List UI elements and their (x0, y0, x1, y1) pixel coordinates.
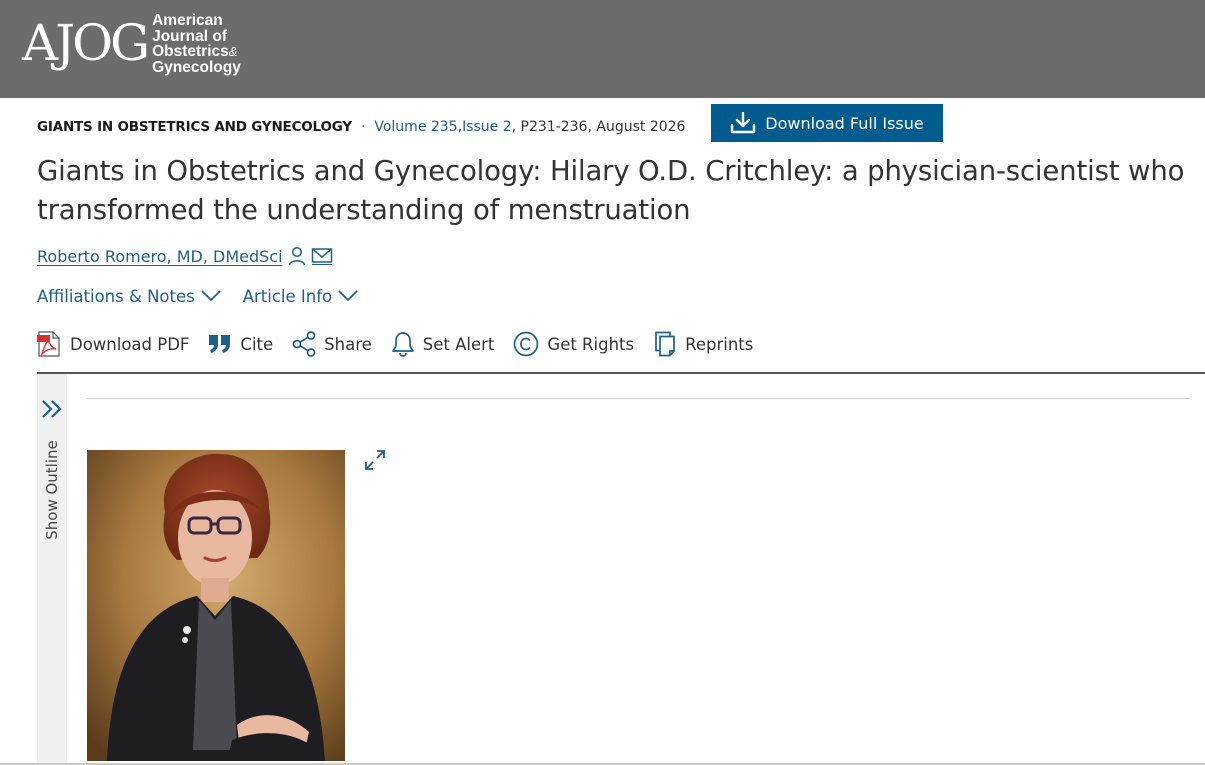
copyright-icon (514, 331, 539, 357)
logo-line: Gynecology (152, 58, 241, 76)
logo-line: Journal of (152, 27, 228, 45)
set-alert-button[interactable]: Set Alert (391, 331, 495, 357)
meta-separator: · (360, 119, 366, 135)
chevron-down-icon (338, 290, 358, 302)
download-full-issue-label: Download Full Issue (765, 113, 924, 133)
logo-mark: AJOG (22, 14, 150, 72)
volume-link[interactable]: Volume 235 (374, 119, 457, 135)
author-portrait-image[interactable] (87, 450, 345, 761)
author-row: Roberto Romero, MD, DMedSci (37, 243, 333, 269)
get-rights-button[interactable]: Get Rights (513, 331, 634, 357)
issue-link[interactable]: Issue 2 (462, 119, 512, 135)
author-link[interactable]: Roberto Romero, MD, DMedSci (37, 247, 283, 266)
get-rights-label: Get Rights (547, 334, 635, 354)
expand-icon[interactable] (364, 449, 386, 471)
show-outline-label[interactable]: Show Outline (43, 440, 61, 540)
email-icon[interactable] (311, 246, 333, 266)
reprints-icon (655, 331, 675, 357)
chevron-down-icon (201, 290, 221, 302)
reprints-label: Reprints (685, 334, 754, 354)
info-toggles: Affiliations & Notes Article Info (37, 283, 358, 309)
logo-line: American (152, 12, 223, 29)
cite-button[interactable]: Cite (208, 333, 273, 355)
person-icon[interactable] (288, 246, 306, 266)
outline-rail[interactable] (37, 374, 67, 765)
share-button[interactable]: Share (292, 331, 372, 357)
affiliations-notes-toggle[interactable]: Affiliations & Notes (37, 287, 221, 306)
logo-line: Obstetrics& (152, 43, 238, 60)
article-title: Giants in Obstetrics and Gynecology: Hil… (37, 155, 1185, 226)
download-pdf-label: Download PDF (70, 334, 190, 354)
site-header: AJOG American Journal of Obstetrics& Gyn… (0, 0, 1205, 98)
pages-date: , P231-236, August 2026 (511, 119, 686, 135)
article-meta: GIANTS IN OBSTETRICS AND GYNECOLOGY · Vo… (37, 116, 685, 138)
reprints-button[interactable]: Reprints (653, 331, 753, 357)
article-toolbar: Download PDF Cite Share Set Alert Get Ri… (36, 328, 772, 360)
logo-wordmark: American Journal of Obstetrics& Gynecolo… (152, 13, 241, 75)
pdf-icon (37, 331, 60, 357)
article-info-toggle[interactable]: Article Info (243, 287, 358, 306)
toolbar-divider (37, 372, 1205, 374)
share-icon (292, 331, 316, 357)
cite-label: Cite (240, 334, 274, 354)
affiliations-label: Affiliations & Notes (37, 286, 195, 306)
bell-icon (391, 332, 414, 357)
content-divider (87, 398, 1190, 399)
section-label[interactable]: GIANTS IN OBSTETRICS AND GYNECOLOGY (37, 119, 352, 135)
article-info-label: Article Info (242, 286, 333, 306)
download-full-issue-button[interactable]: Download Full Issue (711, 104, 943, 142)
share-label: Share (324, 334, 372, 354)
journal-logo[interactable]: AJOG American Journal of Obstetrics& Gyn… (22, 12, 241, 78)
quote-icon (209, 335, 231, 353)
double-chevron-right-icon[interactable] (40, 398, 64, 420)
download-icon (731, 112, 756, 134)
set-alert-label: Set Alert (422, 334, 495, 354)
download-pdf-button[interactable]: Download PDF (36, 330, 189, 358)
